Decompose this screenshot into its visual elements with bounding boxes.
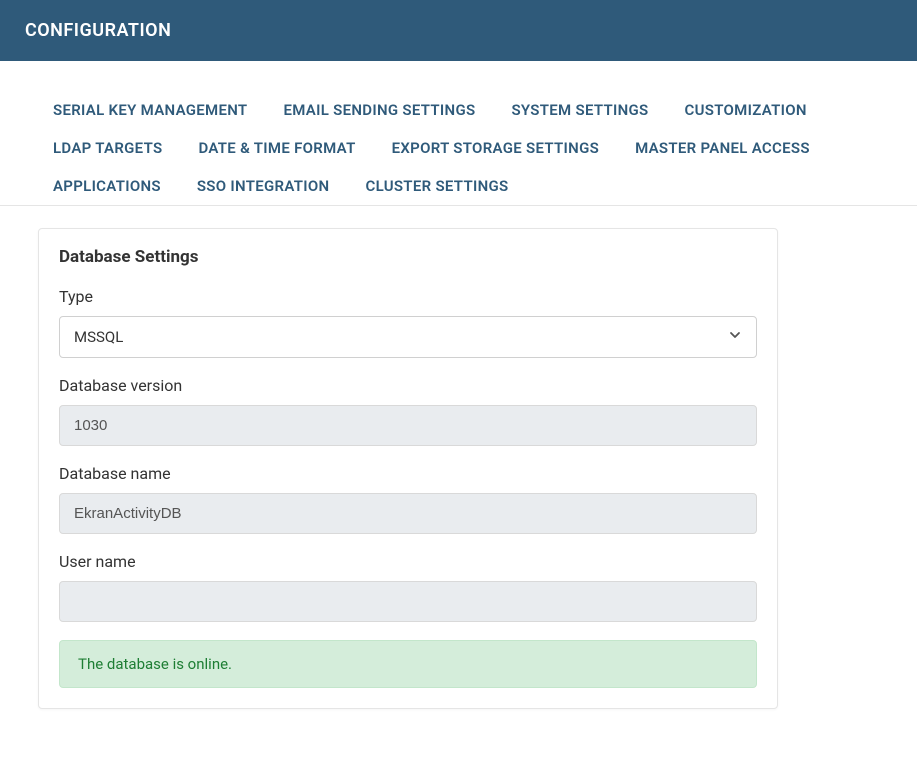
tab-master-panel-access[interactable]: MASTER PANEL ACCESS xyxy=(617,129,828,167)
database-settings-card: Database Settings Type MSSQL Database ve… xyxy=(38,228,778,709)
version-group: Database version xyxy=(59,376,757,446)
name-group: Database name xyxy=(59,464,757,534)
page-title: CONFIGURATION xyxy=(25,20,171,41)
status-message: The database is online. xyxy=(78,655,232,673)
tabs-nav: SERIAL KEY MANAGEMENT EMAIL SENDING SETT… xyxy=(0,61,917,206)
tab-date-time-format[interactable]: DATE & TIME FORMAT xyxy=(180,129,373,167)
card-title: Database Settings xyxy=(59,247,757,267)
user-group: User name xyxy=(59,552,757,622)
type-select[interactable]: MSSQL xyxy=(59,316,757,358)
name-field xyxy=(59,493,757,534)
version-field xyxy=(59,405,757,446)
tab-applications[interactable]: APPLICATIONS xyxy=(35,167,179,205)
tab-cluster-settings[interactable]: CLUSTER SETTINGS xyxy=(347,167,526,205)
version-label: Database version xyxy=(59,376,757,395)
tab-export-storage-settings[interactable]: EXPORT STORAGE SETTINGS xyxy=(374,129,617,167)
type-label: Type xyxy=(59,287,757,306)
tab-sso-integration[interactable]: SSO INTEGRATION xyxy=(179,167,348,205)
user-field xyxy=(59,581,757,622)
tab-system-settings[interactable]: SYSTEM SETTINGS xyxy=(493,91,666,129)
tab-customization[interactable]: CUSTOMIZATION xyxy=(667,91,825,129)
user-label: User name xyxy=(59,552,757,571)
tab-email-sending-settings[interactable]: EMAIL SENDING SETTINGS xyxy=(265,91,493,129)
name-label: Database name xyxy=(59,464,757,483)
tab-ldap-targets[interactable]: LDAP TARGETS xyxy=(35,129,180,167)
tab-serial-key-management[interactable]: SERIAL KEY MANAGEMENT xyxy=(35,91,265,129)
status-alert: The database is online. xyxy=(59,640,757,688)
page-header: CONFIGURATION xyxy=(0,0,917,61)
type-group: Type MSSQL xyxy=(59,287,757,358)
